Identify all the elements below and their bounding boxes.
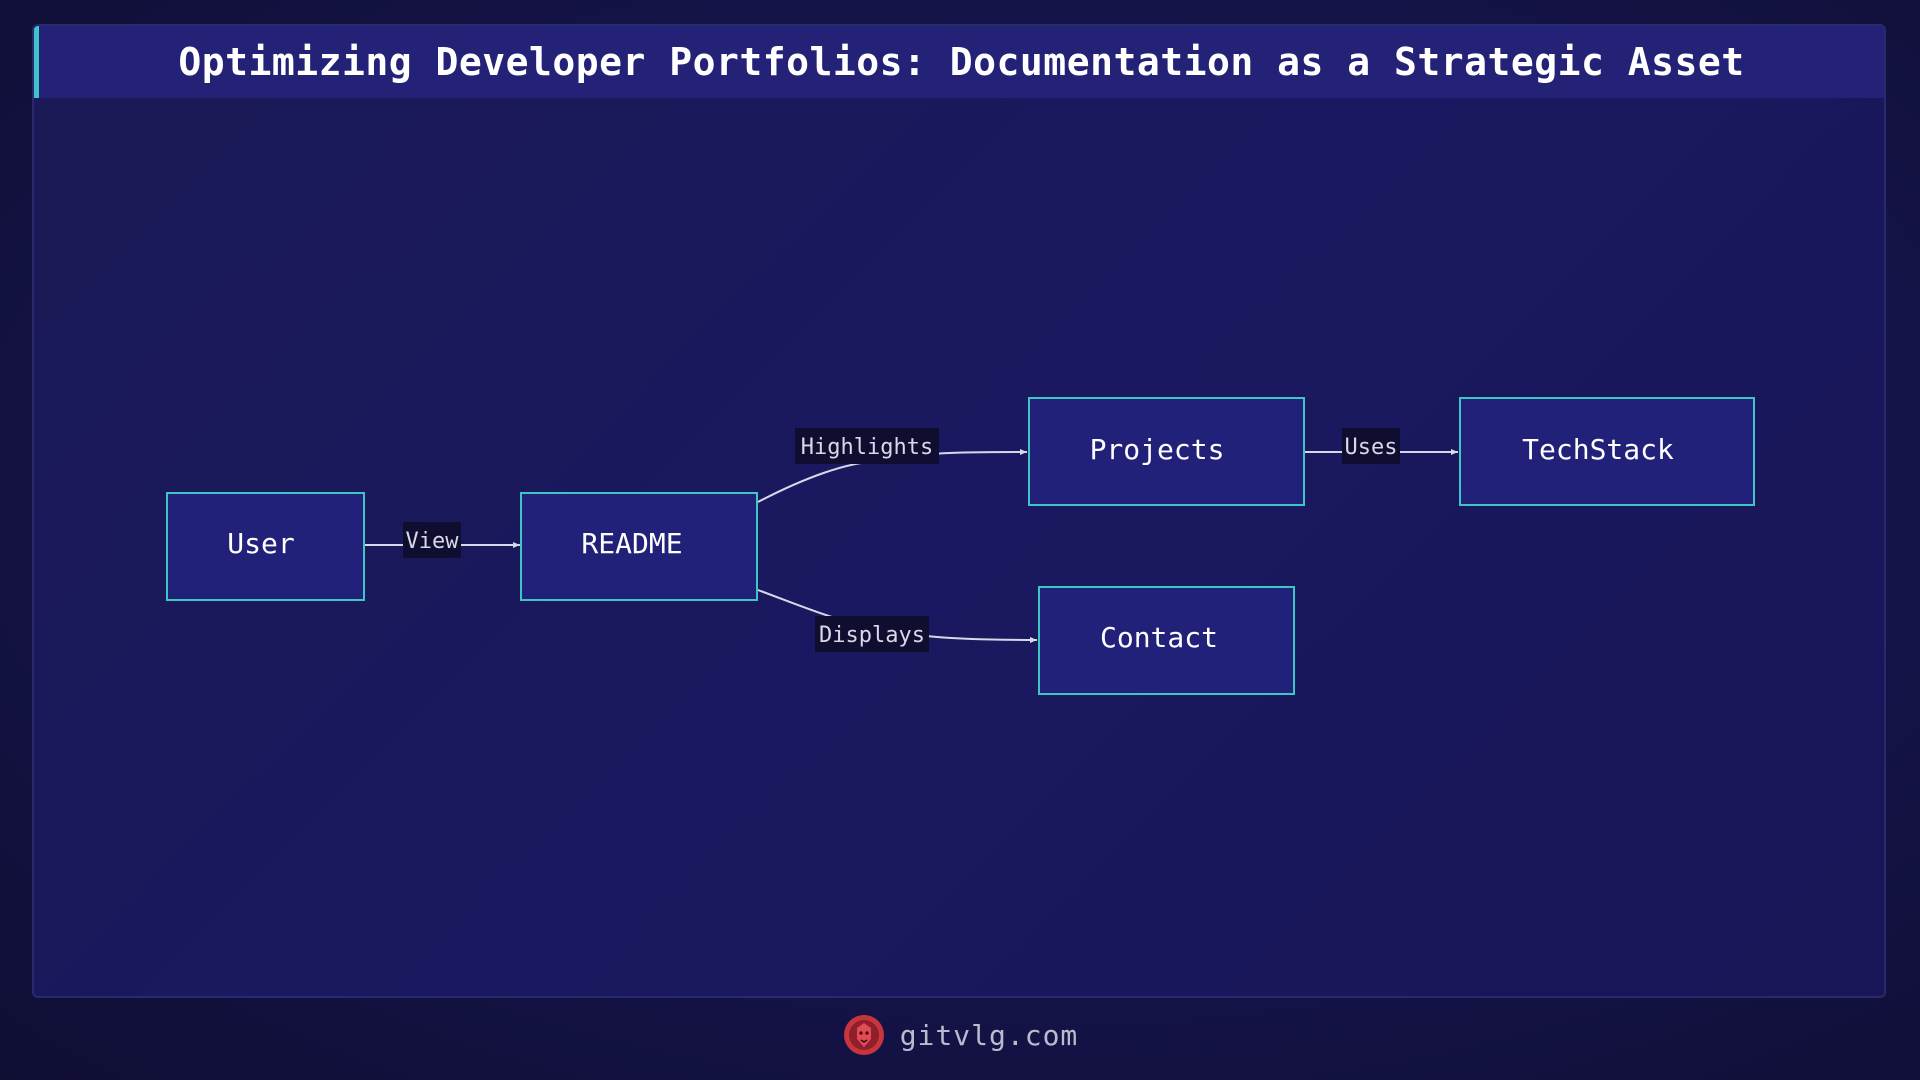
edge-label-view: View — [403, 522, 461, 558]
lion-head-icon — [843, 1015, 884, 1055]
footer-site-link[interactable]: gitvlg.com — [900, 1019, 1079, 1052]
edge-label-view-text: View — [406, 529, 460, 554]
edge-label-uses: Uses — [1342, 428, 1400, 464]
node-contact-label: Contact — [1100, 621, 1218, 654]
edge-label-highlights: Highlights — [795, 428, 939, 464]
node-techstack-label: TechStack — [1522, 433, 1674, 466]
footer: gitvlg.com — [0, 1010, 1920, 1060]
node-readme-label: README — [581, 527, 682, 560]
node-readme: README — [520, 492, 758, 601]
node-contact: Contact — [1038, 586, 1295, 695]
flow-diagram: View Highlights Displays Uses User READM… — [166, 397, 1755, 695]
node-user: User — [166, 492, 365, 601]
node-projects-label: Projects — [1090, 433, 1225, 466]
edge-label-displays: Displays — [815, 616, 929, 652]
edge-label-displays-text: Displays — [819, 623, 925, 648]
node-user-label: User — [227, 527, 294, 560]
page-background: Optimizing Developer Portfolios: Documen… — [0, 0, 1920, 1080]
edge-label-uses-text: Uses — [1345, 435, 1398, 460]
edge-label-highlights-text: Highlights — [801, 435, 933, 460]
node-techstack: TechStack — [1459, 397, 1755, 506]
node-projects: Projects — [1028, 397, 1305, 506]
